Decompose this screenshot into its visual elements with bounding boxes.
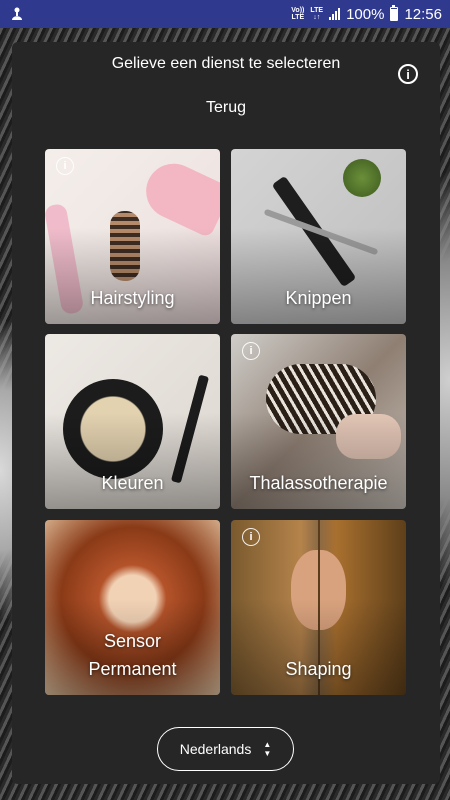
info-icon[interactable]: i: [56, 157, 74, 175]
service-label: Knippen: [285, 288, 352, 308]
info-icon[interactable]: i: [242, 342, 260, 360]
service-tile-sensor-permanent[interactable]: Sensor Permanent: [45, 520, 220, 695]
info-icon: i: [406, 66, 410, 82]
service-label: Sensor Permanent: [45, 627, 220, 683]
info-icon[interactable]: i: [242, 528, 260, 546]
back-link[interactable]: Terug: [12, 99, 440, 117]
clock: 12:56: [404, 5, 442, 23]
service-label-line1: Sensor: [103, 631, 162, 651]
service-label: Kleuren: [101, 473, 164, 493]
volte-indicator: Vo)) LTE: [291, 7, 304, 21]
sort-updown-icon: ▲ ▼: [263, 740, 272, 758]
language-label: Nederlands: [179, 741, 252, 757]
lte-label: LTE: [310, 7, 324, 14]
service-tile-thalassotherapie[interactable]: i Thalassotherapie: [231, 334, 406, 509]
info-button[interactable]: i: [398, 64, 418, 84]
volte-top: Vo)): [291, 7, 305, 14]
status-bar: Vo)) LTE LTE ↓↑ 100% 12:56: [0, 0, 450, 28]
data-arrows-icon: ↓↑: [313, 14, 321, 21]
service-label: Shaping: [285, 659, 352, 679]
battery-percent: 100%: [346, 5, 385, 23]
up-arrow-icon: ▲: [263, 740, 272, 749]
service-tile-knippen[interactable]: Knippen: [231, 149, 406, 324]
battery-icon: [390, 5, 399, 21]
service-tile-hairstyling[interactable]: i Hairstyling: [45, 149, 220, 324]
service-label-line2: Permanent: [88, 659, 177, 679]
language-selector[interactable]: Nederlands ▲ ▼: [157, 727, 294, 771]
signal-icon: [329, 8, 341, 20]
service-label: Thalassotherapie: [249, 473, 388, 493]
status-right: Vo)) LTE LTE ↓↑ 100% 12:56: [291, 5, 442, 23]
lte-indicator: LTE ↓↑: [310, 7, 323, 21]
down-arrow-icon: ▼: [263, 749, 272, 758]
status-left: [10, 6, 24, 22]
volte-bottom: LTE: [291, 14, 305, 21]
service-panel: Gelieve een dienst te selecteren i Terug…: [12, 42, 440, 784]
page-title: Gelieve een dienst te selecteren: [111, 55, 341, 72]
service-tile-kleuren[interactable]: Kleuren: [45, 334, 220, 509]
notification-icon: [12, 7, 22, 20]
service-tile-shaping[interactable]: i Shaping: [231, 520, 406, 695]
service-label: Hairstyling: [90, 288, 175, 308]
